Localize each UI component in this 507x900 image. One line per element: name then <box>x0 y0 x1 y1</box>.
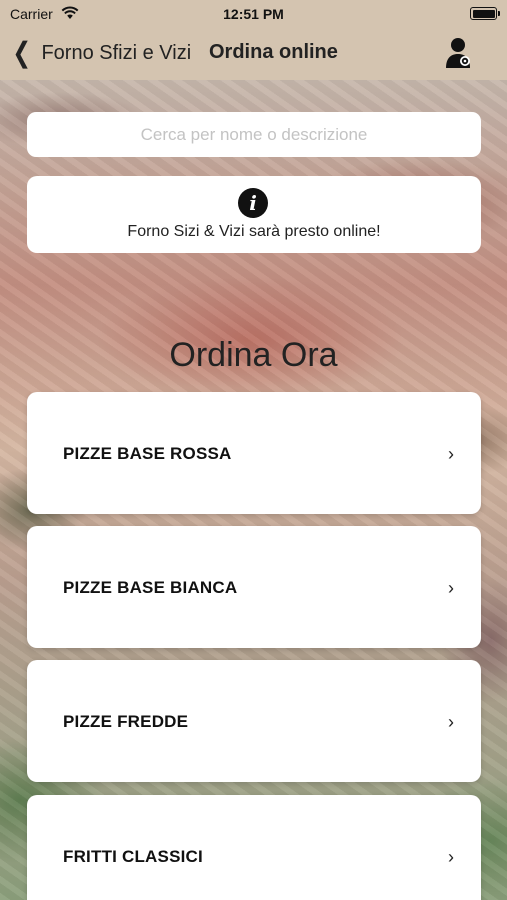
category-item[interactable]: PIZZE FREDDE › <box>27 660 481 782</box>
back-button[interactable]: ❮ Forno Sfizi e Vizi <box>10 36 191 70</box>
info-icon: i <box>238 188 268 218</box>
page-title: Ordina online <box>209 41 338 63</box>
chevron-right-icon: › <box>448 712 454 732</box>
chevron-left-icon: ❮ <box>12 37 32 68</box>
chevron-right-icon: › <box>448 847 454 867</box>
search-input[interactable] <box>27 112 481 157</box>
section-title: Ordina Ora <box>169 336 338 374</box>
chevron-right-icon: › <box>448 444 454 464</box>
back-label: Forno Sfizi e Vizi <box>41 41 192 64</box>
clock: 12:51 PM <box>223 6 284 22</box>
battery-icon <box>470 7 500 20</box>
user-account-button[interactable] <box>444 36 474 70</box>
category-label: PIZZE BASE ROSSA <box>63 444 232 463</box>
category-item[interactable]: PIZZE BASE ROSSA › <box>27 392 481 514</box>
chevron-right-icon: › <box>448 578 454 598</box>
category-item[interactable]: PIZZE BASE BIANCA › <box>27 526 481 648</box>
status-bar: Carrier 12:51 PM <box>0 0 507 28</box>
category-label: PIZZE BASE BIANCA <box>63 578 238 597</box>
info-text: Forno Sizi & Vizi sarà presto online! <box>127 223 381 240</box>
category-label: FRITTI CLASSICI <box>63 847 203 866</box>
top-bar: Carrier 12:51 PM ❮ Forno Sfizi e Vizi Or… <box>0 0 507 80</box>
navigation-bar: ❮ Forno Sfizi e Vizi Ordina online <box>0 30 507 76</box>
user-settings-icon <box>446 38 470 68</box>
category-item[interactable]: FRITTI CLASSICI › <box>27 795 481 900</box>
info-banner: i Forno Sizi & Vizi sarà presto online! <box>27 176 481 253</box>
category-label: PIZZE FREDDE <box>63 712 189 731</box>
